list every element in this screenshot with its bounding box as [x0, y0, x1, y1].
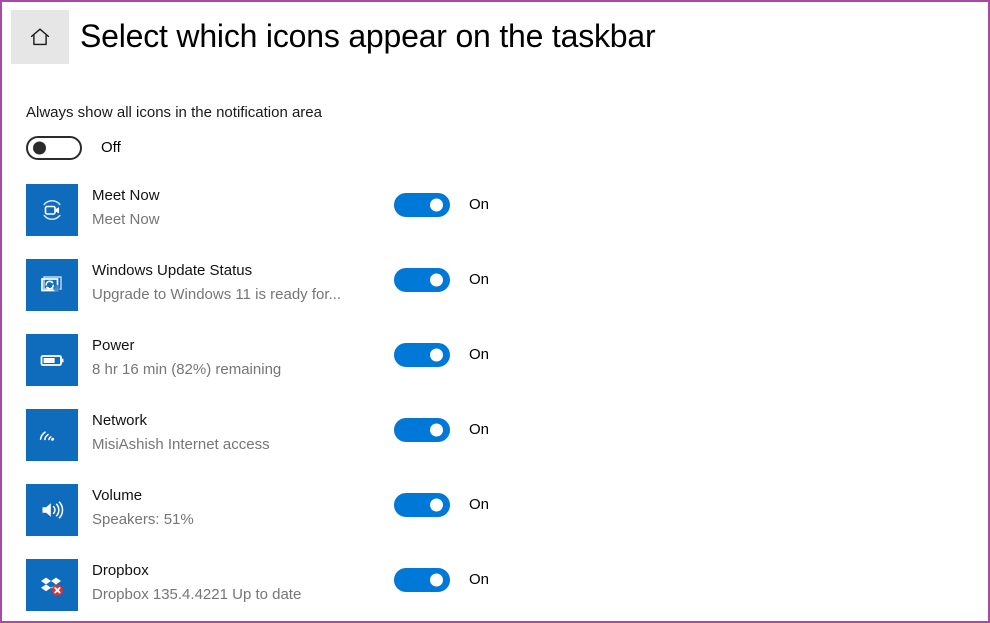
network-wifi-icon-tile	[26, 409, 78, 461]
icon-title: Dropbox	[92, 562, 149, 579]
icon-subtitle: Speakers: 51%	[92, 511, 194, 528]
taskbar-icon-row: Network MisiAshish Internet access On	[2, 404, 988, 479]
icon-title: Power	[92, 337, 135, 354]
toggle-knob	[430, 348, 443, 362]
page-header: Select which icons appear on the taskbar	[2, 2, 988, 74]
network-toggle[interactable]	[394, 418, 450, 442]
row-toggle-wrap: On	[394, 268, 489, 292]
taskbar-icon-list: Meet Now Meet Now On Windows Update Stat…	[2, 179, 988, 621]
power-battery-icon	[37, 345, 67, 375]
always-show-all-icons-state-label: Off	[101, 139, 121, 156]
windows-update-status-icon	[37, 270, 67, 300]
always-show-all-icons-label: Always show all icons in the notificatio…	[26, 104, 322, 121]
dropbox-toggle[interactable]	[394, 568, 450, 592]
taskbar-icon-row: Meet Now Meet Now On	[2, 179, 988, 254]
row-text: Volume Speakers: 51%	[92, 486, 194, 530]
always-show-all-icons-toggle-row: Off	[26, 136, 322, 160]
meet-now-toggle[interactable]	[394, 193, 450, 217]
taskbar-icon-row: Windows Update Status Upgrade to Windows…	[2, 254, 988, 329]
row-toggle-wrap: On	[394, 568, 489, 592]
toggle-knob	[430, 573, 443, 587]
volume-toggle[interactable]	[394, 493, 450, 517]
meet-now-icon	[37, 195, 67, 225]
icon-subtitle: Upgrade to Windows 11 is ready for...	[92, 286, 342, 303]
dropbox-icon-tile	[26, 559, 78, 611]
icon-title: Network	[92, 412, 148, 429]
row-toggle-wrap: On	[394, 343, 489, 367]
toggle-knob	[33, 141, 46, 155]
icon-subtitle: Meet Now	[92, 211, 160, 228]
taskbar-icon-row: Volume Speakers: 51% On	[2, 479, 988, 554]
volume-state-label: On	[469, 496, 490, 513]
icon-title: Volume	[92, 487, 143, 504]
icon-title: Meet Now	[92, 187, 160, 204]
windows-update-status-state-label: On	[469, 271, 490, 288]
icon-title: Windows Update Status	[92, 262, 253, 279]
icon-subtitle: MisiAshish Internet access	[92, 436, 270, 453]
home-button[interactable]	[11, 10, 69, 64]
dropbox-icon	[37, 570, 67, 600]
power-battery-icon-tile	[26, 334, 78, 386]
toggle-knob	[430, 423, 443, 437]
page-title: Select which icons appear on the taskbar	[80, 18, 656, 54]
toggle-knob	[430, 498, 443, 512]
volume-speaker-icon-tile	[26, 484, 78, 536]
windows-update-status-icon-tile	[26, 259, 78, 311]
windows-update-status-toggle[interactable]	[394, 268, 450, 292]
always-show-all-icons-setting: Always show all icons in the notificatio…	[26, 103, 322, 160]
toggle-knob	[430, 198, 443, 212]
taskbar-icon-row: Dropbox Dropbox 135.4.4221 Up to date On	[2, 554, 988, 621]
icon-subtitle: Dropbox 135.4.4221 Up to date	[92, 586, 302, 603]
taskbar-icon-row: Power 8 hr 16 min (82%) remaining On	[2, 329, 988, 404]
power-toggle[interactable]	[394, 343, 450, 367]
toggle-knob	[430, 273, 443, 287]
row-toggle-wrap: On	[394, 193, 489, 217]
network-wifi-icon	[37, 420, 67, 450]
dropbox-state-label: On	[469, 571, 490, 588]
row-toggle-wrap: On	[394, 493, 489, 517]
home-icon	[29, 26, 51, 48]
row-toggle-wrap: On	[394, 418, 489, 442]
meet-now-icon-tile	[26, 184, 78, 236]
settings-window: Select which icons appear on the taskbar…	[0, 0, 990, 623]
meet-now-state-label: On	[469, 196, 490, 213]
icon-subtitle: 8 hr 16 min (82%) remaining	[92, 361, 282, 378]
row-text: Power 8 hr 16 min (82%) remaining	[92, 336, 281, 380]
volume-speaker-icon	[37, 495, 67, 525]
row-text: Meet Now Meet Now	[92, 186, 160, 230]
row-text: Network MisiAshish Internet access	[92, 411, 270, 455]
row-text: Windows Update Status Upgrade to Windows…	[92, 261, 341, 305]
power-state-label: On	[469, 346, 490, 363]
network-state-label: On	[469, 421, 490, 438]
always-show-all-icons-toggle[interactable]	[26, 136, 82, 160]
row-text: Dropbox Dropbox 135.4.4221 Up to date	[92, 561, 301, 605]
